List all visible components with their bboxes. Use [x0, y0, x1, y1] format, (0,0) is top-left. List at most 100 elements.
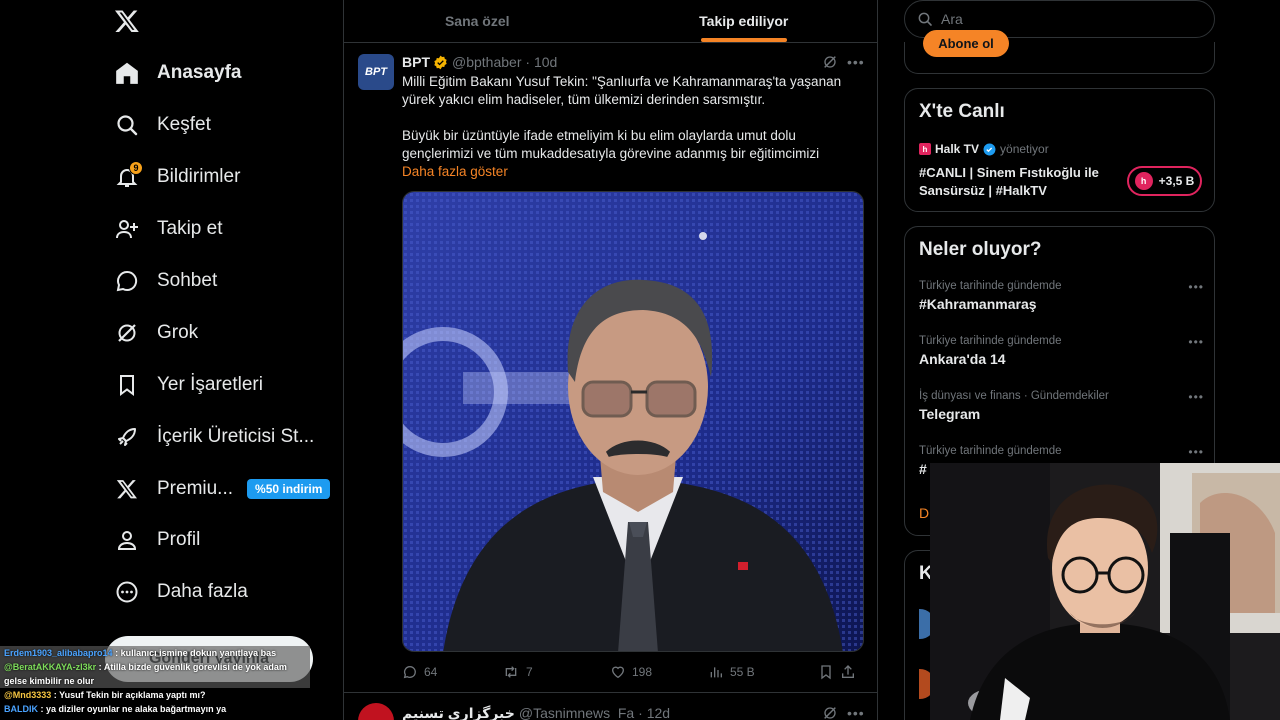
- sidebar-item-label: Bildirimler: [157, 166, 241, 187]
- notification-badge: 9: [129, 161, 143, 175]
- sidebar-item-label: Profil: [157, 529, 201, 550]
- trend-context: Türkiye tarihinde gündemde: [919, 445, 1062, 457]
- chat-text: ya diziler oyunlar ne alaka bağartmayın …: [46, 704, 227, 714]
- verified-badge-icon: [433, 55, 448, 70]
- chat-message: BALDIK : ya diziler oyunlar ne alaka bağ…: [4, 704, 227, 714]
- sidebar-item-premium[interactable]: Premiu... %50 indirim: [113, 469, 331, 509]
- tweet-image[interactable]: [402, 191, 864, 652]
- timeline: Sana özel Takip ediliyor BPT BPT @bpthab…: [343, 0, 878, 720]
- card-title: X'te Canlı: [919, 101, 1005, 122]
- sidebar-item-creator-studio[interactable]: İçerik Üreticisi St...: [113, 417, 314, 457]
- tweet-paragraph: Milli Eğitim Bakanı Yusuf Tekin: "Şanlıu…: [402, 74, 842, 107]
- sidebar-item-label: İçerik Üreticisi St...: [157, 426, 315, 447]
- tweet[interactable]: خبرگزاری تسنیم @Tasnimnews_Fa · 12d •••: [344, 692, 877, 720]
- sidebar-item-grok[interactable]: Grok: [113, 313, 198, 353]
- more-options-icon[interactable]: •••: [847, 705, 865, 720]
- author-name[interactable]: BPT: [402, 54, 430, 70]
- sidebar-item-chat[interactable]: Sohbet: [113, 261, 217, 301]
- share-button[interactable]: [840, 664, 860, 680]
- tweet-header: BPT @bpthaber · 10d: [402, 54, 558, 70]
- tab-for-you[interactable]: Sana özel: [344, 0, 611, 42]
- share-icon: [840, 664, 856, 680]
- live-host[interactable]: h Halk TV yönetiyor: [919, 142, 1049, 156]
- bookmark-icon: [818, 664, 834, 680]
- live-on-x-card: X'te Canlı h Halk TV yönetiyor #CANLI | …: [904, 88, 1215, 212]
- search-icon: [113, 111, 141, 139]
- trend-context: İş dünyası ve finans · Gündemdekiler: [919, 390, 1109, 402]
- chat-icon: [113, 267, 141, 295]
- more-options-icon[interactable]: •••: [1188, 445, 1204, 459]
- trend-item[interactable]: Türkiye tarihinde gündemde #Kahramanmara…: [919, 280, 1204, 312]
- repost-icon: [502, 664, 520, 680]
- sidebar-item-label: Sohbet: [157, 270, 218, 291]
- tweet-paragraph: Büyük bir üzüntüyle ifade etmeliyim ki b…: [402, 128, 820, 161]
- subscribe-button[interactable]: Abone ol: [923, 30, 1009, 57]
- tweet-text: Milli Eğitim Bakanı Yusuf Tekin: "Şanlıu…: [402, 73, 864, 181]
- sidebar-item-follow[interactable]: Takip et: [113, 209, 222, 249]
- tweet-time[interactable]: 10d: [534, 54, 557, 70]
- sidebar-item-home[interactable]: Anasayfa: [113, 53, 242, 93]
- views-button[interactable]: 55 B: [708, 664, 818, 680]
- listener-count: +3,5 B: [1158, 174, 1195, 188]
- host-name: Halk TV: [935, 142, 980, 156]
- sidebar-item-label: Takip et: [157, 218, 223, 239]
- live-title[interactable]: #CANLI | Sinem Fıstıkoğlu ile Sansürsüz …: [919, 164, 1119, 200]
- tweet-time[interactable]: 12d: [647, 705, 670, 720]
- trend-name: #Kahramanmaraş: [919, 296, 1037, 312]
- chat-message: Erdem1903_alibabapro14 : kullanıcı ismin…: [0, 646, 310, 660]
- premium-card: Abone ol: [904, 30, 1215, 74]
- sidebar-item-explore[interactable]: Keşfet: [113, 105, 211, 145]
- chat-message: @BeratAKKAYA-zl3kr : Atilla bizde güvenl…: [0, 660, 310, 688]
- heart-icon: [610, 664, 626, 680]
- trend-item[interactable]: Türkiye tarihinde gündemde Ankara'da 14 …: [919, 335, 1204, 367]
- trend-item[interactable]: İş dünyası ve finans · Gündemdekiler Tel…: [919, 390, 1204, 422]
- tab-following[interactable]: Takip ediliyor: [611, 0, 878, 42]
- view-count: 55 B: [730, 665, 755, 679]
- views-icon: [708, 664, 724, 680]
- search-placeholder: Ara: [941, 11, 963, 27]
- verified-badge-icon: [983, 143, 996, 156]
- chat-text: kullanıcı ismine dokun yanıtlaya bas: [120, 648, 277, 658]
- halktv-avatar-icon: h: [1134, 172, 1153, 190]
- author-handle[interactable]: @bpthaber: [452, 54, 521, 70]
- author-handle[interactable]: @Tasnimnews_Fa: [519, 705, 634, 720]
- chat-message: @Mnd3333 : Yusuf Tekin bir açıklama yapt…: [4, 690, 206, 700]
- grok-icon[interactable]: [822, 705, 838, 720]
- person-icon: [113, 526, 141, 554]
- x-logo-icon[interactable]: [114, 8, 142, 36]
- card-title: Neler oluyor?: [919, 239, 1042, 260]
- sidebar-item-profile[interactable]: Profil: [113, 520, 200, 560]
- bell-icon: 9: [113, 161, 143, 191]
- trend-context: Türkiye tarihinde gündemde: [919, 280, 1062, 292]
- sidebar-item-notifications[interactable]: 9 Bildirimler: [113, 157, 240, 197]
- reply-button[interactable]: 64: [402, 664, 502, 680]
- chat-user: @Mnd3333: [4, 690, 52, 700]
- more-options-icon[interactable]: •••: [1188, 280, 1204, 294]
- sidebar-item-bookmarks[interactable]: Yer İşaretleri: [113, 365, 263, 405]
- tweet-header: خبرگزاری تسنیم @Tasnimnews_Fa · 12d: [402, 705, 671, 720]
- search-icon: [917, 11, 933, 27]
- trend-context: Türkiye tarihinde gündemde: [919, 335, 1062, 347]
- sidebar-item-more[interactable]: Daha fazla: [113, 572, 248, 612]
- more-options-icon[interactable]: •••: [847, 54, 865, 70]
- show-more-link[interactable]: Daha fazla göster: [402, 163, 508, 181]
- more-options-icon[interactable]: •••: [1188, 390, 1204, 404]
- more-options-icon[interactable]: •••: [1188, 335, 1204, 349]
- avatar[interactable]: [358, 703, 394, 720]
- timeline-tabs: Sana özel Takip ediliyor: [344, 0, 877, 43]
- grok-icon[interactable]: [822, 54, 838, 70]
- like-count: 198: [632, 665, 653, 679]
- repost-button[interactable]: 7: [502, 664, 610, 680]
- live-listener-count[interactable]: h +3,5 B: [1127, 166, 1202, 196]
- x-icon: [113, 475, 141, 503]
- avatar[interactable]: BPT: [358, 54, 394, 90]
- bookmark-button[interactable]: [818, 664, 840, 680]
- show-more-link[interactable]: D: [919, 505, 929, 521]
- trend-name: Telegram: [919, 406, 981, 422]
- grok-icon: [113, 319, 141, 347]
- halktv-logo-icon: h: [919, 143, 931, 155]
- like-button[interactable]: 198: [610, 664, 708, 680]
- sidebar-item-label: Anasayfa: [157, 62, 242, 83]
- author-name[interactable]: خبرگزاری تسنیم: [402, 705, 515, 720]
- premium-discount-badge: %50 indirim: [247, 479, 331, 499]
